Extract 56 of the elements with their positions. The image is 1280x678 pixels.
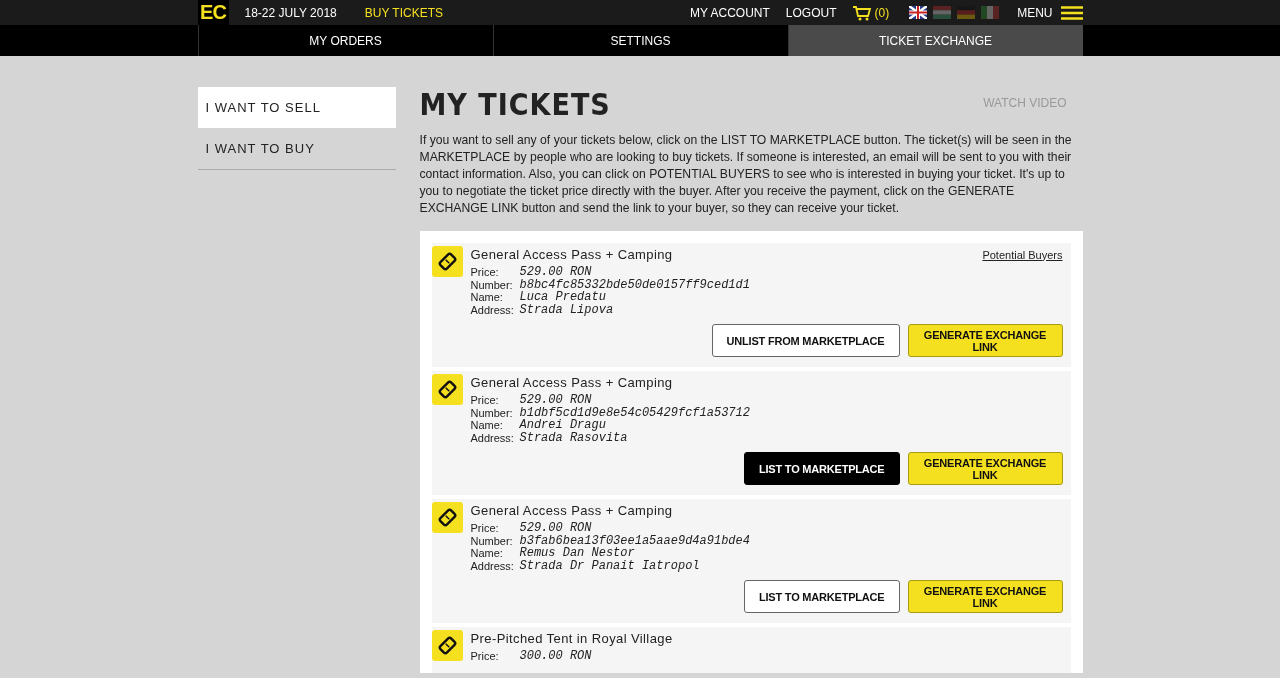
field-value: 300.00 RON xyxy=(519,650,592,663)
festival-dates: 18-22 JULY 2018 xyxy=(244,5,337,20)
ticket-title: General Access Pass + Camping xyxy=(470,375,673,390)
field-value: Remus Dan Nestor xyxy=(519,547,636,560)
field-label: Name: xyxy=(470,419,504,432)
field-label: Address: xyxy=(470,431,515,444)
potential-buyers-link[interactable]: Potential Buyers xyxy=(982,248,1063,261)
flag-icon[interactable] xyxy=(909,6,928,19)
field-label: Name: xyxy=(470,291,504,304)
ticket-title: General Access Pass + Camping xyxy=(470,247,673,262)
field-value: Luca Predatu xyxy=(519,291,607,304)
my-account-link[interactable]: MY ACCOUNT xyxy=(690,5,770,20)
ticket-icon xyxy=(431,630,463,661)
nav-tab[interactable]: TICKET EXCHANGE xyxy=(787,25,1083,56)
field-value: b8bc4fc85332bde50de0157ff9ced1d1 xyxy=(519,278,750,291)
field-value: 529.00 RON xyxy=(519,266,593,279)
field-label: Number: xyxy=(470,406,514,419)
ticket-icon xyxy=(431,502,463,533)
generate-exchange-link-button[interactable]: GENERATE EXCHANGE LINK xyxy=(907,452,1063,485)
marketplace-button[interactable]: LIST TO MARKETPLACE xyxy=(743,452,900,485)
field-label: Price: xyxy=(470,650,500,663)
field-label: Number: xyxy=(470,534,514,547)
logo[interactable]: EC xyxy=(197,0,229,25)
page-title: MY TICKETS xyxy=(419,87,611,122)
field-value: 529.00 RON xyxy=(519,394,593,407)
field-label: Name: xyxy=(470,547,504,560)
logout-link[interactable]: LOGOUT xyxy=(785,5,837,20)
field-label: Price: xyxy=(470,522,500,535)
buy-tickets-link[interactable]: BUY TICKETS xyxy=(364,5,444,20)
field-label: Price: xyxy=(470,266,500,279)
cart-icon[interactable] xyxy=(852,4,873,21)
field-label: Number: xyxy=(470,278,514,291)
field-value: Strada Rasovita xyxy=(519,431,629,444)
field-value: b1dbf5cd1d9e8e54c05429fcf1a53712 xyxy=(519,406,750,419)
field-label: Price: xyxy=(470,394,500,407)
ticket-title: General Access Pass + Camping xyxy=(470,503,673,518)
field-value: Strada Lipova xyxy=(519,303,615,316)
sidebar-item[interactable]: I WANT TO SELL xyxy=(197,87,396,128)
field-label: Address: xyxy=(470,303,515,316)
cart-count: (0) xyxy=(874,5,890,20)
marketplace-button[interactable]: UNLIST FROM MARKETPLACE xyxy=(711,324,900,357)
field-value: Strada Dr Panait Iatropol xyxy=(519,559,701,572)
menu-icon[interactable] xyxy=(1060,5,1083,20)
ticket-icon xyxy=(431,246,463,277)
intro-paragraph: If you want to sell any of your tickets below, click on the LIST TO MARKETPLACE button. The ticket(s) will be seen in the MARKETPLACE by people who are looking to buy tickets. If someone is interested, an email will be sent to you with their contact information. Also, you can click on POTENTIAL BUYERS to see who is interested in buying your ticket. It's up to you to negotiate the ticket price directly with the buyer. After you receive the payment, click on the GENERATE EXCHANGE LINK button and send the link to your buyer, so they can receive your ticket. xyxy=(419,132,1073,217)
menu-button[interactable]: MENU xyxy=(1017,5,1053,20)
field-label: Address: xyxy=(470,559,515,572)
marketplace-button[interactable]: LIST TO MARKETPLACE xyxy=(743,580,900,613)
field-value: 529.00 RON xyxy=(519,522,593,535)
generate-exchange-link-button[interactable]: GENERATE EXCHANGE LINK xyxy=(907,580,1063,613)
field-value: b3fab6bea13f03ee1a5aae9d4a91bde4 xyxy=(519,534,750,547)
generate-exchange-link-button[interactable]: GENERATE EXCHANGE LINK xyxy=(907,324,1063,357)
ticket-icon xyxy=(431,374,463,405)
sidebar-item[interactable]: I WANT TO BUY xyxy=(197,128,396,170)
field-value: Andrei Dragu xyxy=(519,419,606,432)
ticket-title: Pre-Pitched Tent in Royal Village xyxy=(470,631,673,646)
